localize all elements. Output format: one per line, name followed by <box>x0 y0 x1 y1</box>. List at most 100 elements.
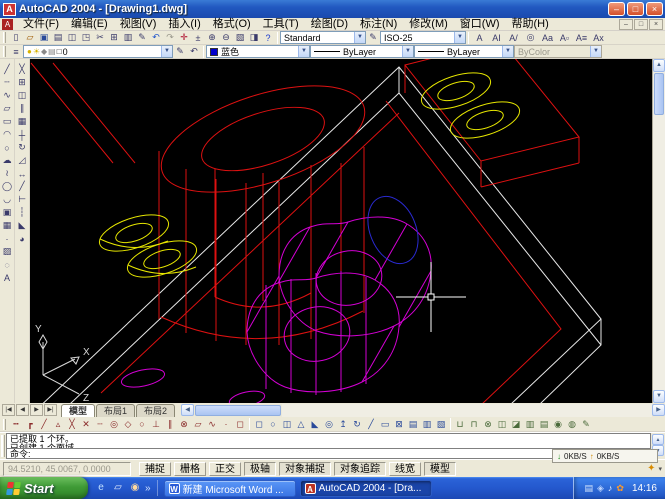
match-properties-icon[interactable]: ✎ <box>135 31 149 44</box>
scroll-up-icon[interactable]: ▲ <box>653 59 665 72</box>
solids-cone-icon[interactable]: △ <box>294 418 308 431</box>
snap-node-icon[interactable]: ⊗ <box>177 418 191 431</box>
mdi-minimize-button[interactable]: – <box>619 19 633 30</box>
spline-icon[interactable]: ≀ <box>1 167 14 180</box>
chevron-down-icon[interactable]: ▼ <box>502 46 513 57</box>
scroll-right-icon[interactable]: ▶ <box>652 404 665 416</box>
designcenter-icon[interactable]: ▧ <box>233 31 247 44</box>
mdi-restore-button[interactable]: □ <box>634 19 648 30</box>
mdi-close-button[interactable]: × <box>649 19 663 30</box>
move-icon[interactable]: ┼ <box>16 128 29 141</box>
line-icon[interactable]: ╱ <box>1 63 14 76</box>
layer-combo[interactable]: ● ☀ ◆ ▤ □ 0 ▼ <box>23 45 173 58</box>
snap-from-icon[interactable]: ┏ <box>23 418 37 431</box>
tray-input-indicator-icon[interactable]: ▤ <box>584 482 593 494</box>
lock-icon[interactable]: ◆ <box>41 47 47 56</box>
array-icon[interactable]: ▦ <box>16 115 29 128</box>
status-tray-arrow-icon[interactable]: ▾ <box>658 465 662 473</box>
scroll-left-icon[interactable]: ◀ <box>181 404 194 416</box>
chevron-down-icon[interactable]: ▼ <box>454 32 465 43</box>
menu-draw[interactable]: 绘图(D) <box>305 18 354 31</box>
redo-icon[interactable]: ↷ <box>163 31 177 44</box>
close-button[interactable]: × <box>646 2 663 16</box>
break-icon[interactable]: ┆ <box>16 206 29 219</box>
start-button[interactable]: Start <box>0 477 88 499</box>
sun-icon[interactable]: ☀ <box>33 47 40 56</box>
snap-apparent-intersection-icon[interactable]: ✕ <box>79 418 93 431</box>
restore-button[interactable]: □ <box>627 2 644 16</box>
tray-volume-icon[interactable]: ♪ <box>608 482 613 494</box>
snap-extension-icon[interactable]: ┄ <box>93 418 107 431</box>
toggle-model[interactable]: 模型 <box>424 462 456 476</box>
scroll-down-icon[interactable]: ▼ <box>653 390 665 403</box>
dim-style-icon[interactable]: ✎ <box>366 31 380 44</box>
rectangle-icon[interactable]: ▭ <box>1 115 14 128</box>
trim-icon[interactable]: ╱ <box>16 180 29 193</box>
dim-style-combo[interactable]: ISO-25 ▼ <box>380 31 466 44</box>
rotate-faces-icon[interactable]: ◉ <box>551 418 565 431</box>
vertical-scroll-thumb[interactable] <box>654 73 664 115</box>
copy-object-icon[interactable]: ⊞ <box>16 76 29 89</box>
snap-none-icon[interactable]: · <box>219 418 233 431</box>
menu-dimension[interactable]: 标注(N) <box>354 18 403 31</box>
make-object-layer-current-icon[interactable]: ✎ <box>173 45 187 58</box>
color-combo[interactable]: 蓝色 ▼ <box>206 45 310 58</box>
text-style-icon[interactable]: Aa <box>539 31 556 44</box>
rotate-icon[interactable]: ↻ <box>16 141 29 154</box>
command-history[interactable]: 已提取 1 个环。已创建 1 个面域。 <box>6 433 651 448</box>
layer-previous-icon[interactable]: ↶ <box>187 45 201 58</box>
justify-text-icon[interactable]: A≡ <box>573 31 590 44</box>
subtract-icon[interactable]: ⊓ <box>467 418 481 431</box>
solids-torus-icon[interactable]: ◎ <box>322 418 336 431</box>
pan-icon[interactable]: ✛ <box>177 31 191 44</box>
setup-view-icon[interactable]: ▥ <box>420 418 434 431</box>
snap-parallel-icon[interactable]: ∥ <box>163 418 177 431</box>
toolbar-grip[interactable] <box>3 32 6 43</box>
polygon-icon[interactable]: ▱ <box>1 102 14 115</box>
chevron-down-icon[interactable]: ▼ <box>298 46 309 57</box>
save-icon[interactable]: ▣ <box>37 31 51 44</box>
copy-faces-icon[interactable]: ✎ <box>579 418 593 431</box>
temp-track-point-icon[interactable]: ┅ <box>9 418 23 431</box>
mtext-draw-icon[interactable]: A <box>1 271 14 284</box>
horizontal-scrollbar[interactable]: ◀ ▶ <box>181 404 665 417</box>
tab-layout2[interactable]: 布局2 <box>136 404 175 417</box>
edit-text-icon[interactable]: A/ <box>505 31 522 44</box>
new-icon[interactable]: ▯ <box>9 31 23 44</box>
region-icon[interactable]: ◌ <box>1 258 14 271</box>
extrude-faces-icon[interactable]: ◫ <box>495 418 509 431</box>
properties-icon[interactable]: ◨ <box>247 31 261 44</box>
revolve-icon[interactable]: ↻ <box>350 418 364 431</box>
construction-line-icon[interactable]: ┄ <box>1 76 14 89</box>
linetype-combo[interactable]: ByLayer ▼ <box>310 45 414 58</box>
union-icon[interactable]: ⊔ <box>453 418 467 431</box>
toolbar-grip[interactable] <box>3 46 6 57</box>
toggle-otrack[interactable]: 对象追踪 <box>334 462 386 476</box>
interfere-icon[interactable]: ⊠ <box>392 418 406 431</box>
arc-icon[interactable]: ◠ <box>1 128 14 141</box>
osnap-settings-icon[interactable]: ◻ <box>233 418 247 431</box>
chevron-more-icon[interactable]: » <box>145 483 151 494</box>
zoom-realtime-icon[interactable]: ± <box>191 31 205 44</box>
taper-faces-icon[interactable]: ◍ <box>565 418 579 431</box>
layer-manager-icon[interactable]: ≡ <box>9 45 23 58</box>
zoom-previous-icon[interactable]: ⊖ <box>219 31 233 44</box>
solids-box-icon[interactable]: ◻ <box>252 418 266 431</box>
hatch-icon[interactable]: ▨ <box>1 245 14 258</box>
extend-icon[interactable]: ⊢ <box>16 193 29 206</box>
scale-icon[interactable]: ◿ <box>16 154 29 167</box>
quicklaunch-show-desktop-icon[interactable]: ▱ <box>111 481 125 495</box>
help-icon[interactable]: ? <box>261 31 275 44</box>
slice-icon[interactable]: ╱ <box>364 418 378 431</box>
chevron-down-icon[interactable]: ▼ <box>161 46 172 57</box>
toggle-polar[interactable]: 极轴 <box>244 462 276 476</box>
menu-window[interactable]: 窗口(W) <box>454 18 506 31</box>
extrude-icon[interactable]: ↥ <box>336 418 350 431</box>
snap-nearest-icon[interactable]: ∿ <box>205 418 219 431</box>
point-icon[interactable]: · <box>1 232 14 245</box>
menu-insert[interactable]: 插入(I) <box>162 18 206 31</box>
vertical-scrollbar[interactable]: ▲ ▼ <box>652 59 665 403</box>
text-style-combo[interactable]: Standard ▼ <box>280 31 366 44</box>
menu-format[interactable]: 格式(O) <box>207 18 257 31</box>
intersect-icon[interactable]: ⊗ <box>481 418 495 431</box>
